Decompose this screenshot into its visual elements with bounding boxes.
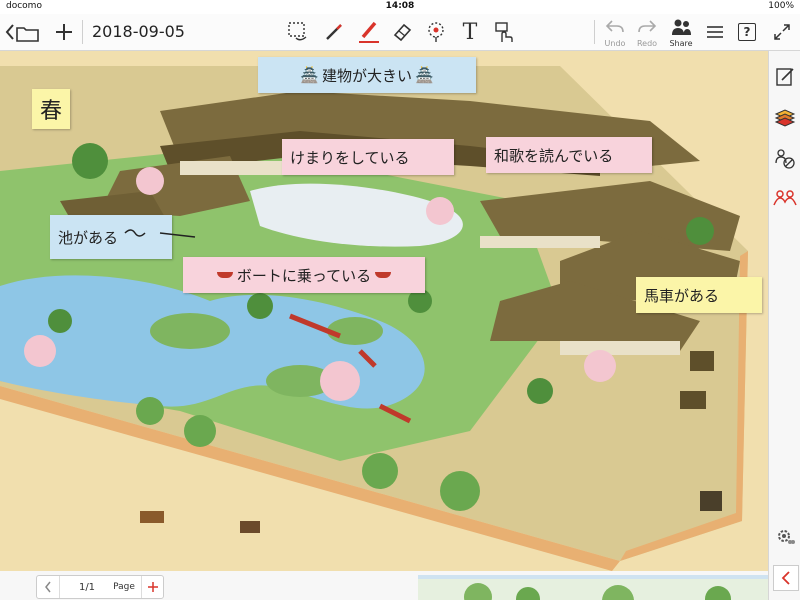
fullscreen-button[interactable] <box>768 14 796 50</box>
boat-icon <box>375 272 392 278</box>
back-to-folder-button[interactable] <box>4 14 44 50</box>
previous-page-button[interactable] <box>37 576 60 598</box>
note-building-text: 建物が大きい <box>321 66 412 85</box>
eraser-tool-button[interactable] <box>388 14 416 50</box>
shapes-hand-icon <box>495 22 513 42</box>
insert-element-button[interactable] <box>490 14 518 50</box>
layers-icon <box>774 109 796 127</box>
share-button[interactable]: Share <box>664 14 698 50</box>
note-carriage[interactable]: 馬車がある <box>636 277 762 313</box>
toolbar-divider <box>82 20 83 44</box>
page-settings-button[interactable] <box>773 65 797 89</box>
collaboration-button[interactable] <box>773 187 797 211</box>
note-boat-text: ボートに乗っている <box>236 266 372 285</box>
pages-list-button[interactable] <box>702 14 728 50</box>
folder-icon <box>5 24 39 42</box>
layers-button[interactable] <box>773 105 797 129</box>
note-boat[interactable]: ボートに乗っている <box>183 257 425 293</box>
clock: 14:08 <box>385 1 415 11</box>
note-kemari[interactable]: けまりをしている <box>282 139 454 175</box>
plus-icon <box>56 24 72 40</box>
collapse-sidebar-button[interactable] <box>773 565 799 591</box>
image-strip-preview[interactable] <box>418 575 768 600</box>
chevron-left-icon <box>781 571 790 585</box>
highlighter-tool-button[interactable] <box>354 14 384 50</box>
undo-label: Undo <box>604 39 626 48</box>
note-building[interactable]: 🏯 建物が大きい 🏯 <box>258 57 476 93</box>
redo-icon <box>638 20 657 33</box>
status-bar: docomo 14:08 100% <box>0 0 800 14</box>
pen-icon <box>326 24 342 40</box>
highlighter-icon <box>359 21 379 43</box>
undo-icon <box>605 20 624 33</box>
toolbar-divider <box>594 20 595 44</box>
add-page-button[interactable] <box>52 14 76 50</box>
edit-page-icon <box>776 68 794 86</box>
undo-button[interactable]: Undo <box>600 14 630 50</box>
help-button[interactable]: ? <box>734 14 760 50</box>
landscape-thumbnail <box>418 575 768 600</box>
add-page-bottom-button[interactable] <box>141 576 164 598</box>
list-icon <box>707 26 723 38</box>
lasso-icon <box>288 22 307 41</box>
laser-pointer-icon <box>428 22 444 42</box>
chevron-left-icon <box>45 581 51 593</box>
group-icon <box>773 190 797 206</box>
laser-pointer-button[interactable] <box>422 14 450 50</box>
bottom-bar: 1/1 Page <box>0 571 768 600</box>
note-waka[interactable]: 和歌を読んでいる <box>486 137 652 173</box>
settings-button[interactable] <box>773 525 797 549</box>
share-label: Share <box>669 39 693 48</box>
pen-stroke <box>124 229 196 238</box>
help-icon: ? <box>738 23 756 41</box>
text-tool-button[interactable]: T <box>456 14 484 50</box>
lasso-tool-button[interactable] <box>284 14 312 50</box>
redo-label: Redo <box>636 39 658 48</box>
redo-button[interactable]: Redo <box>632 14 662 50</box>
pagoda-icon: 🏯 <box>300 66 319 84</box>
note-season[interactable]: 春 <box>32 89 71 129</box>
hide-participants-button[interactable] <box>773 147 797 171</box>
eraser-icon <box>393 23 412 42</box>
battery-level: 100% <box>768 1 794 11</box>
people-hidden-icon <box>775 149 795 169</box>
pagoda-icon: 🏯 <box>415 66 434 84</box>
page-label: Page <box>113 582 135 592</box>
page-number: 1/1 <box>78 581 96 593</box>
people-icon <box>672 19 691 35</box>
boat-icon <box>216 272 233 278</box>
plus-icon <box>148 582 158 592</box>
top-toolbar: 2018-09-05 T Undo Redo Share ? <box>0 14 800 51</box>
expand-icon <box>774 24 790 40</box>
gear-people-icon <box>778 530 795 544</box>
page-navigator: 1/1 Page <box>36 575 164 599</box>
right-sidebar <box>768 51 800 600</box>
document-title[interactable]: 2018-09-05 <box>92 22 185 41</box>
pen-tool-button[interactable] <box>320 14 348 50</box>
notebook-canvas[interactable]: 春 🏯 建物が大きい 🏯 けまりをしている 和歌を読んでいる 池がある ボートに… <box>0 51 768 571</box>
